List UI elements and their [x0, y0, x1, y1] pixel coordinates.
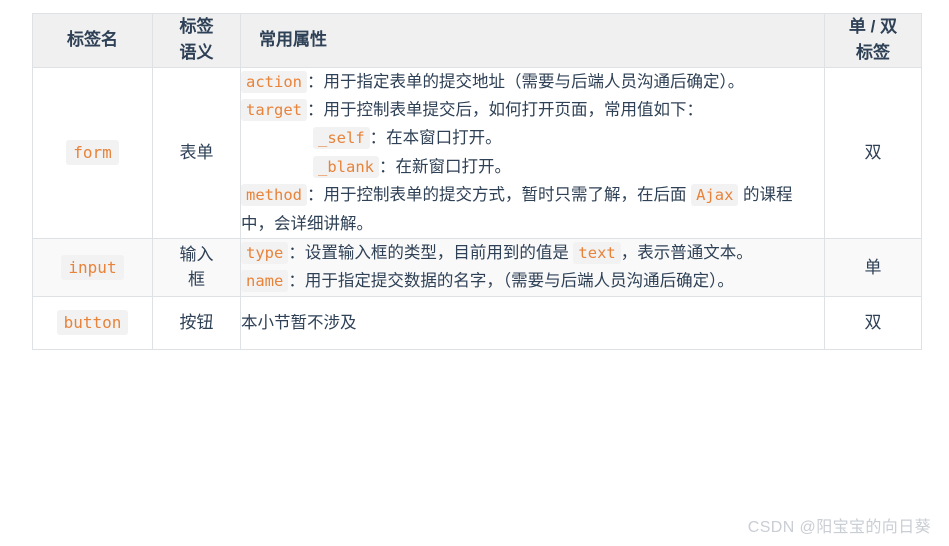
column-header-tag-semantic-line1: 标签 — [179, 17, 214, 36]
attribute-code: target — [241, 99, 307, 122]
attribute-code: type — [241, 241, 289, 264]
table-row: form 表单 action ：用于指定表单的提交地址（需要与后端人员沟通后确定）。 t… — [32, 66, 922, 239]
tag-semantic-line1: 输入 — [179, 244, 214, 264]
tag-semantic-text: 按钮 — [179, 313, 214, 333]
cell-pair-type: 双 — [824, 66, 922, 239]
table-row: input 输入框 type ：设置输入框的类型，目前用到的值是 text ，表示普通文… — [32, 237, 922, 297]
cell-common-attributes: type ：设置输入框的类型，目前用到的值是 text ，表示普通文本。 name ：用… — [240, 237, 825, 297]
cell-tag-name: input — [32, 237, 153, 297]
cell-tag-semantic: 表单 — [152, 66, 241, 239]
table-row: button 按钮 本小节暂不涉及 双 — [32, 295, 922, 351]
cell-common-attributes: 本小节暂不涉及 — [240, 295, 825, 351]
column-header-tag-semantic: 标签 语义 — [152, 13, 241, 68]
attribute-text: ：设置输入框的类型，目前用到的值是 — [288, 243, 574, 262]
cell-common-attributes: action ：用于指定表单的提交地址（需要与后端人员沟通后确定）。 target：… — [240, 66, 825, 239]
tag-semantic-text: 表单 — [179, 143, 214, 163]
column-header-pair-type-line2: 标签 — [856, 43, 890, 63]
attribute-line: type ：设置输入框的类型，目前用到的值是 text ，表示普通文本。 — [241, 239, 824, 267]
column-header-pair-type-line1: 单 / 双 — [848, 17, 898, 36]
tag-name-code: input — [61, 254, 124, 280]
attribute-text: ：用于指定表单的提交地址（需要与后端人员沟通后确定）。 — [307, 72, 745, 91]
attribute-line: _blank ：在新窗口打开。 — [241, 153, 824, 181]
attribute-code: method — [241, 184, 307, 207]
csdn-watermark: CSDN @阳宝宝的向日葵 — [747, 519, 931, 536]
cell-pair-type: 单 — [824, 237, 922, 297]
tag-reference-table: 标签名 标签 语义 常用属性 单 / 双 标签 form 表单 action ：用于指… — [32, 13, 922, 351]
attribute-code: text — [573, 241, 621, 264]
attribute-line: target ：用于控制表单提交后，如何打开页面，常用值如下： — [241, 96, 824, 124]
attribute-text: ：在本窗口打开。 — [369, 129, 502, 148]
attribute-line: action ：用于指定表单的提交地址（需要与后端人员沟通后确定）。 — [241, 68, 824, 96]
pair-type-value: 双 — [864, 313, 882, 333]
attribute-text: ：用于指定提交数据的名字，（需要与后端人员沟通后确定）。 — [288, 272, 734, 291]
tag-name-code: form — [66, 140, 119, 166]
pair-type-value: 双 — [864, 143, 882, 163]
pair-type-value: 单 — [864, 257, 882, 277]
tag-name-code: button — [56, 310, 129, 336]
column-header-pair-type: 单 / 双 标签 — [824, 13, 922, 68]
cell-tag-name: form — [32, 66, 153, 239]
column-header-tag-name: 标签名 — [32, 13, 153, 68]
attribute-line: method ：用于控制表单的提交方式，暂时只需了解，在后面 Ajax 的课程中，… — [241, 181, 824, 238]
cell-tag-name: button — [32, 295, 153, 351]
attribute-code: Ajax — [691, 184, 739, 207]
attribute-text: ：用于控制表单的提交方式，暂时只需了解，在后面 — [307, 186, 692, 205]
attribute-text: 本小节暂不涉及 — [241, 313, 357, 332]
attribute-code: _self — [313, 127, 370, 150]
attribute-code: _blank — [313, 155, 379, 178]
table-body: form 表单 action ：用于指定表单的提交地址（需要与后端人员沟通后确定）。 t… — [32, 66, 922, 351]
attribute-code: action — [241, 70, 307, 93]
table-head: 标签名 标签 语义 常用属性 单 / 双 标签 — [32, 13, 922, 68]
table-header-row: 标签名 标签 语义 常用属性 单 / 双 标签 — [32, 13, 922, 68]
column-header-tag-semantic-line2: 语义 — [179, 43, 214, 63]
cell-tag-semantic: 按钮 — [152, 295, 241, 351]
cell-tag-semantic: 输入框 — [152, 237, 241, 297]
cell-pair-type: 双 — [824, 295, 922, 351]
tag-reference-table-container: 标签名 标签 语义 常用属性 单 / 双 标签 form 表单 action ：用于指… — [32, 13, 922, 351]
attribute-text: ：在新窗口打开。 — [379, 157, 511, 176]
tag-semantic-line2: 框 — [188, 270, 205, 290]
attribute-code: name — [241, 270, 289, 293]
column-header-common-attributes: 常用属性 — [240, 13, 825, 68]
attribute-line: name ：用于指定提交数据的名字，（需要与后端人员沟通后确定）。 — [241, 267, 824, 295]
attribute-line: 本小节暂不涉及 — [241, 309, 824, 337]
attribute-text: ，表示普通文本。 — [620, 243, 753, 262]
attribute-text: ：用于控制表单提交后，如何打开页面，常用值如下： — [307, 101, 703, 120]
attribute-line: _self ：在本窗口打开。 — [241, 124, 824, 152]
